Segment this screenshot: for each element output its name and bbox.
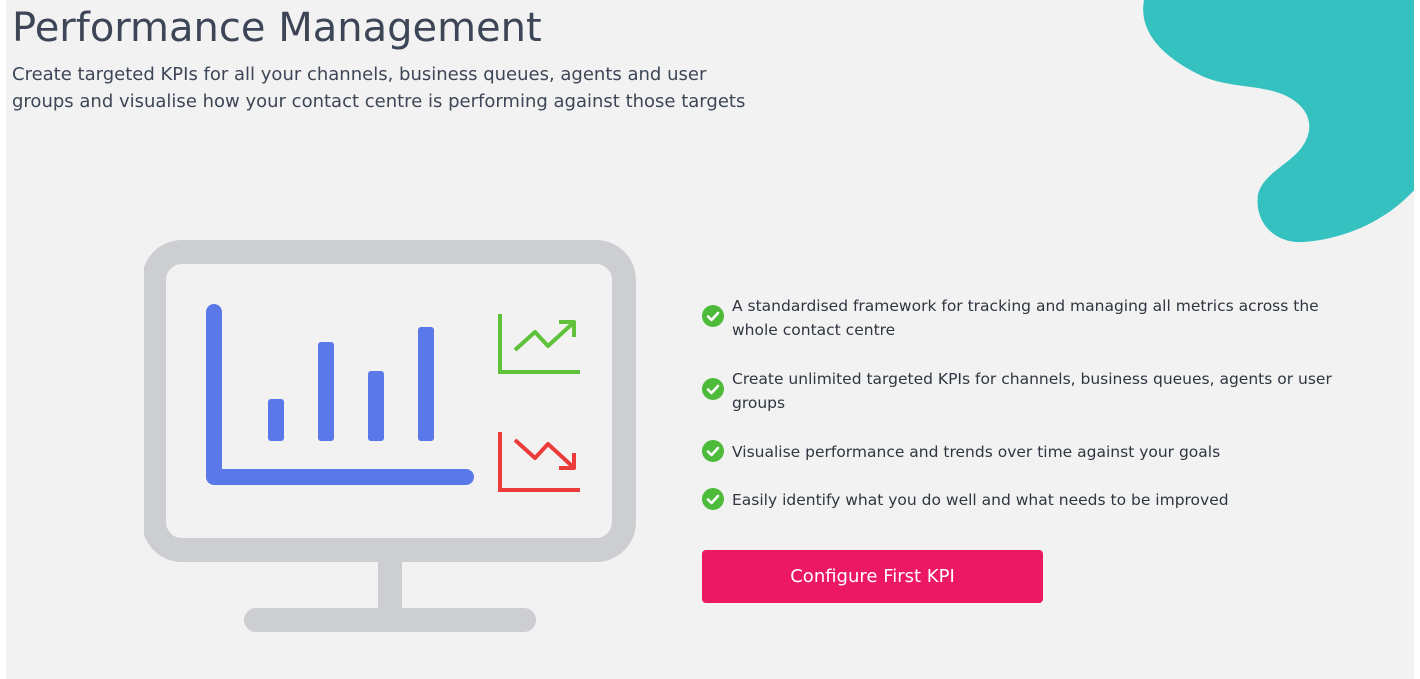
trend-up-icon (498, 314, 580, 374)
check-circle-icon (702, 488, 724, 510)
page-subtitle: Create targeted KPIs for all your channe… (12, 64, 746, 112)
feature-item: Create unlimited targeted KPIs for chann… (702, 367, 1362, 415)
main-panel: Performance Management Create targeted K… (6, 0, 1414, 679)
monitor-icon (144, 240, 636, 632)
page-title: Performance Management (12, 5, 542, 51)
configure-first-kpi-button[interactable]: Configure First KPI (702, 550, 1043, 603)
feature-item: Visualise performance and trends over ti… (702, 440, 1362, 464)
monitor-illustration (144, 240, 636, 632)
check-circle-icon (702, 440, 724, 462)
feature-text: Easily identify what you do well and wha… (732, 491, 1229, 509)
feature-list: A standardised framework for tracking an… (702, 294, 1362, 536)
trend-down-icon (498, 432, 580, 492)
check-circle-icon (702, 305, 724, 327)
decorative-blob (1143, 0, 1414, 243)
check-circle-icon (702, 378, 724, 400)
feature-item: Easily identify what you do well and wha… (702, 488, 1362, 512)
bar-chart-icon (206, 304, 474, 485)
feature-text: Create unlimited targeted KPIs for chann… (732, 370, 1332, 412)
feature-item: A standardised framework for tracking an… (702, 294, 1362, 342)
feature-text: A standardised framework for tracking an… (732, 297, 1319, 339)
feature-text: Visualise performance and trends over ti… (732, 443, 1221, 461)
